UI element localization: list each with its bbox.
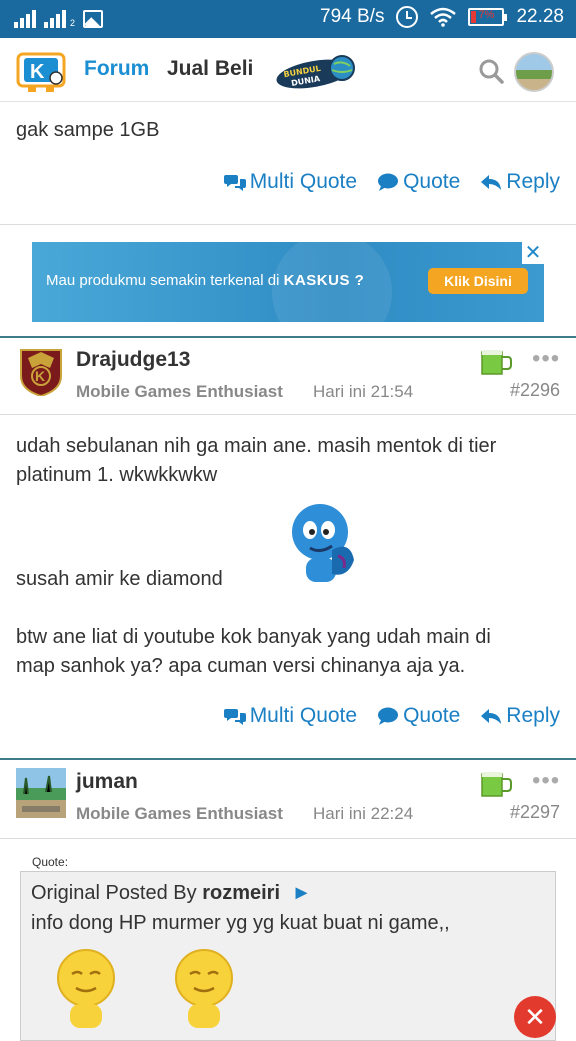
reply-arrow-icon	[481, 709, 502, 724]
avatar[interactable]: K	[16, 346, 66, 396]
post-number[interactable]: #2297	[510, 802, 560, 823]
post-time: Hari ini 21:54	[313, 382, 414, 401]
net-speed: 794 B/s	[320, 6, 385, 27]
user-rank: Mobile Games Enthusiast	[76, 804, 283, 823]
signal-1-icon	[14, 8, 36, 28]
post-separator	[0, 758, 576, 760]
ad-text: Mau produkmu semakin terkenal di KASKUS …	[46, 272, 365, 289]
multi-quote-button[interactable]: Multi Quote	[223, 170, 357, 194]
app-header: K Forum Jual Beli BUNDUL DUNIA	[0, 38, 576, 102]
nav-forum-tab[interactable]: Forum	[84, 57, 149, 81]
multi-quote-icon	[223, 175, 246, 191]
svg-text:K: K	[30, 61, 45, 83]
kaskus-logo-icon[interactable]: K	[14, 48, 70, 94]
quote-button[interactable]: Quote	[377, 704, 460, 728]
svg-text:K: K	[35, 368, 45, 384]
reply-button[interactable]: Reply	[480, 170, 560, 194]
reply-button[interactable]: Reply	[480, 704, 560, 728]
post-header: K Drajudge13 Mobile Games Enthusiast Har…	[0, 340, 576, 418]
battery-level: 7%	[478, 9, 495, 21]
post-number[interactable]: #2296	[510, 380, 560, 401]
quote-origin: Original Posted By rozmeiri ►	[31, 882, 312, 904]
blue-smiley-emoticon	[292, 504, 354, 582]
search-icon[interactable]	[478, 58, 504, 84]
ad-close-icon[interactable]: ✕	[522, 242, 544, 264]
wifi-icon	[430, 7, 457, 27]
quote-label: Quote:	[32, 855, 69, 869]
yellow-emoticon	[57, 949, 115, 1028]
post-text: platinum 1. wkwkkwkw	[16, 464, 218, 486]
close-icon[interactable]: ✕	[514, 996, 556, 1038]
username[interactable]: Drajudge13	[76, 348, 190, 372]
post-text: map sanhok ya? apa cuman versi chinanya …	[16, 655, 466, 677]
bundul-dunia-logo[interactable]: BUNDUL DUNIA	[274, 54, 356, 90]
reputation-mug-icon	[481, 772, 512, 797]
quote-text: info dong HP murmer yg yg kuat buat ni g…	[31, 912, 450, 934]
header-divider	[0, 838, 576, 839]
ad-klik-disini-button[interactable]: Klik Disini	[428, 268, 528, 294]
multi-quote-button[interactable]: Multi Quote	[223, 704, 357, 728]
quote-author[interactable]: rozmeiri	[202, 882, 280, 904]
user-rank: Mobile Games Enthusiast	[76, 382, 283, 401]
status-bar: 2 794 B/s 7% 22.28	[0, 0, 576, 38]
more-options-icon[interactable]: •••	[532, 347, 560, 371]
ad-brand: KASKUS ?	[283, 272, 365, 289]
post-separator	[0, 336, 576, 338]
user-avatar[interactable]	[514, 52, 554, 92]
post-time: Hari ini 22:24	[313, 804, 414, 823]
username[interactable]: juman	[76, 770, 138, 794]
ad-banner[interactable]: Mau produkmu semakin terkenal di KASKUS …	[32, 242, 544, 322]
header-divider	[0, 414, 576, 415]
post-text: udah sebulanan nih ga main ane. masih me…	[16, 435, 497, 457]
post-text: susah amir ke diamond	[16, 568, 223, 590]
post-text: gak sampe 1GB	[16, 119, 160, 141]
reply-arrow-icon	[481, 175, 502, 190]
post-actions: Multi Quote Quote Reply	[223, 170, 560, 194]
avatar[interactable]	[16, 768, 66, 818]
post-header: juman Mobile Games Enthusiast Hari ini 2…	[0, 762, 576, 840]
clock-time: 22.28	[516, 6, 564, 27]
more-options-icon[interactable]: •••	[532, 769, 560, 793]
quote-button[interactable]: Quote	[377, 170, 460, 194]
yellow-emoticon	[175, 949, 233, 1028]
quote-bubble-icon	[378, 707, 399, 725]
signal-2-icon: 2	[44, 8, 75, 28]
alarm-icon	[396, 6, 419, 28]
battery-icon: 7%	[468, 8, 508, 26]
post-actions: Multi Quote Quote Reply	[223, 704, 560, 728]
post-text: btw ane liat di youtube kok banyak yang …	[16, 626, 491, 648]
quote-bubble-icon	[378, 173, 399, 191]
gallery-notification-icon	[83, 10, 104, 28]
multi-quote-icon	[223, 709, 246, 725]
section-divider	[0, 224, 576, 236]
nav-jual-beli-tab[interactable]: Jual Beli	[167, 57, 253, 81]
reputation-mug-icon	[481, 350, 512, 375]
view-post-arrow-icon[interactable]: ►	[292, 882, 312, 904]
